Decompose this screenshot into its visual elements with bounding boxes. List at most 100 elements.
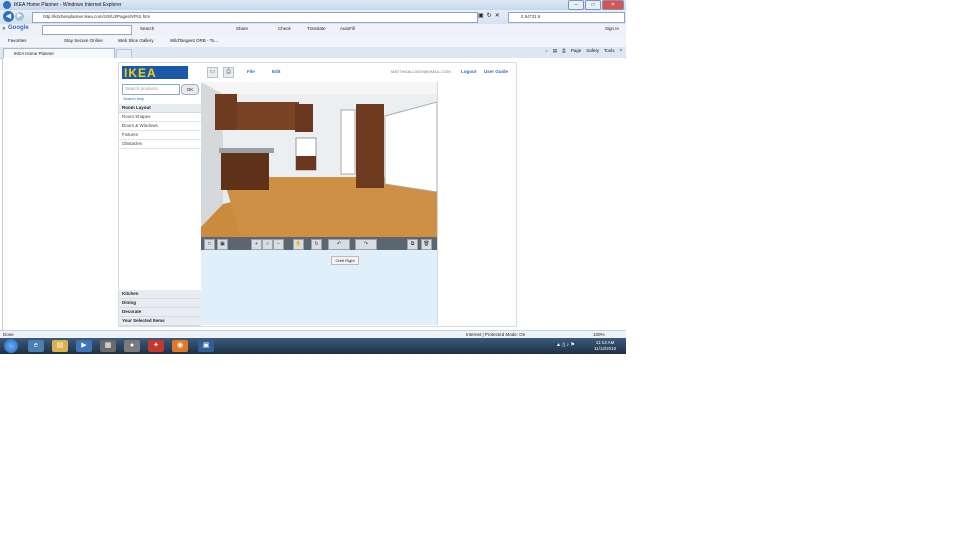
toolbar-signin-button[interactable]: Sign In <box>605 26 619 31</box>
delete-icon[interactable]: 🗑 <box>421 239 432 250</box>
3d-room-view[interactable] <box>201 82 437 237</box>
firefox-icon[interactable]: ◉ <box>172 340 188 352</box>
sidebar-item-doors-windows[interactable]: Doors & Windows › <box>119 122 201 131</box>
user-email: MATTHGALL0029@GMAIL.COM <box>391 69 451 74</box>
window <box>384 101 437 193</box>
start-button[interactable] <box>4 339 18 353</box>
browser-search-input[interactable]: 2.54*31.5 <box>508 12 625 23</box>
address-text: http://kitchenplanner.ikea.com/US/UI/Pag… <box>43 14 151 19</box>
zoom-level[interactable]: 100% <box>593 332 605 337</box>
rotate-icon[interactable]: ↻ <box>311 239 322 250</box>
ie-taskbar-icon[interactable]: e <box>28 340 44 352</box>
selected-items-section[interactable]: Your Selected Items <box>119 317 201 326</box>
google-search-input[interactable] <box>42 25 132 35</box>
copy-icon[interactable]: ⧉ <box>407 239 418 250</box>
favorite-item[interactable]: WildTangent ORB - To... <box>170 38 218 43</box>
sidebar-item-room-shapes[interactable]: Room Shapes <box>119 113 201 122</box>
tab-ikea-home-planner[interactable]: IKEA Home Planner <box>3 48 115 58</box>
user-guide-link[interactable]: User Guide <box>484 69 508 74</box>
forward-button[interactable]: ▶ <box>15 12 24 21</box>
tall-cabinet <box>356 104 384 188</box>
browser-search-value: 2.54*31.5 <box>521 14 541 19</box>
orbit-left-icon[interactable]: ↶ <box>328 239 350 250</box>
refresh-icon[interactable]: ↻ <box>487 12 492 19</box>
ikea-planner: IKEA ▭ ⎙ File Edit MATTHGALL0029@GMAIL.C… <box>118 62 517 327</box>
product-search-input[interactable]: Search products <box>122 84 180 95</box>
room-layout-header[interactable]: Room Layout <box>119 104 201 113</box>
chevron-right-icon: › <box>122 131 124 137</box>
home-icon[interactable]: ⌂ <box>545 48 548 54</box>
toolbar-check-button[interactable]: Check <box>278 26 291 31</box>
close-button[interactable]: ✕ <box>602 0 624 10</box>
3d-view-icon[interactable]: ▣ <box>217 239 228 250</box>
status-text: Done <box>3 332 14 337</box>
close-toolbar-icon[interactable]: ✕ <box>2 26 6 32</box>
pan-icon[interactable]: ✋ <box>293 239 304 250</box>
logo-text: IKEA <box>124 66 157 80</box>
zoom-in-icon[interactable]: + <box>251 239 262 250</box>
search-help-link[interactable]: Search help <box>123 96 144 101</box>
edit-menu[interactable]: Edit <box>272 69 281 74</box>
address-icons: ▣ ↻ ✕ <box>478 12 500 19</box>
clock[interactable]: 11:13 AM 11/13/2010 <box>594 340 616 352</box>
toolbar-autofill-button[interactable]: AutoFill <box>340 26 355 31</box>
compatibility-icon[interactable]: ▣ <box>478 12 484 19</box>
page-menu[interactable]: Page <box>571 48 582 54</box>
favorite-item[interactable]: Web Slice Gallery <box>118 38 154 43</box>
favorite-item[interactable]: Stay Secure Online <box>64 38 103 43</box>
safety-menu[interactable]: Safety <box>586 48 599 54</box>
minimize-button[interactable]: – <box>568 0 584 10</box>
sidebar-item-fixtures[interactable]: Fixtures › <box>119 131 201 140</box>
google-logo: Google <box>8 25 29 31</box>
logout-link[interactable]: Logout <box>461 69 476 74</box>
zoom-icon[interactable]: ○ <box>262 239 273 250</box>
tools-menu[interactable]: Tools <box>604 48 615 54</box>
dining-section[interactable]: Dining <box>119 299 201 308</box>
stop-icon[interactable]: ✕ <box>495 12 500 19</box>
kitchen-section[interactable]: Kitchen <box>119 290 201 299</box>
section-label: Decorate <box>122 309 142 314</box>
item-label: Obstacles <box>122 141 143 146</box>
toolbar-share-button[interactable]: Share <box>236 26 248 31</box>
taskbar: e ▤ ▶ ▦ ● ✦ ◉ ▣ ▲ ▯ ♪ ⚑ 11:13 AM 11/13/2… <box>0 338 626 354</box>
orbit-tooltip: Orbit Right <box>331 256 359 265</box>
media-player-icon[interactable]: ▶ <box>76 340 92 352</box>
pin-icon[interactable]: ✦ <box>148 340 164 352</box>
search-ok-button[interactable]: OK <box>181 84 199 95</box>
print-icon[interactable]: ⎙ <box>223 67 234 78</box>
app-icon[interactable]: ▦ <box>100 340 116 352</box>
zoom-out-icon[interactable]: − <box>273 239 284 250</box>
decorate-section[interactable]: Decorate <box>119 308 201 317</box>
window-controls: – □ ✕ <box>568 0 624 10</box>
toolbar-search-button[interactable]: Search <box>140 26 154 31</box>
lower-cabinet <box>296 156 316 170</box>
search-placeholder: Search products <box>125 86 158 91</box>
print-browser-icon[interactable]: ⎙ <box>562 48 566 54</box>
upper-cabinet <box>237 102 299 130</box>
clock-date: 11/13/2010 <box>594 346 617 351</box>
chevron-right-icon: › <box>122 122 124 128</box>
door-frame <box>340 109 356 175</box>
screen: IKEA Home Planner - Windows Internet Exp… <box>0 0 626 354</box>
address-bar[interactable]: http://kitchenplanner.ikea.com/US/UI/Pag… <box>32 12 478 23</box>
help-icon[interactable]: ? <box>619 48 622 54</box>
ceiling <box>201 82 437 94</box>
kitchen-render <box>201 82 437 237</box>
active-window-icon[interactable]: ▣ <box>198 340 214 352</box>
sidebar-item-obstacles[interactable]: Obstacles <box>119 140 201 149</box>
toolbar-translate-button[interactable]: Translate <box>307 26 326 31</box>
countertop <box>219 148 274 153</box>
view-toolbar: □ ▣ + ○ − ✋ ↻ ↶ ↷ ⧉ 🗑 <box>201 237 437 250</box>
favorites-button[interactable]: Favorites <box>8 38 27 43</box>
save-icon[interactable]: ▭ <box>207 67 218 78</box>
properties-panel <box>437 82 516 325</box>
2d-view-icon[interactable]: □ <box>204 239 215 250</box>
maximize-button[interactable]: □ <box>585 0 601 10</box>
orbit-right-icon[interactable]: ↷ <box>355 239 377 250</box>
explorer-icon[interactable]: ▤ <box>52 340 68 352</box>
file-menu[interactable]: File <box>247 69 255 74</box>
app-icon[interactable]: ● <box>124 340 140 352</box>
back-button[interactable]: ◀ <box>3 11 14 22</box>
section-label: Room Layout <box>122 105 151 110</box>
feeds-icon[interactable]: ▤ <box>553 48 557 54</box>
